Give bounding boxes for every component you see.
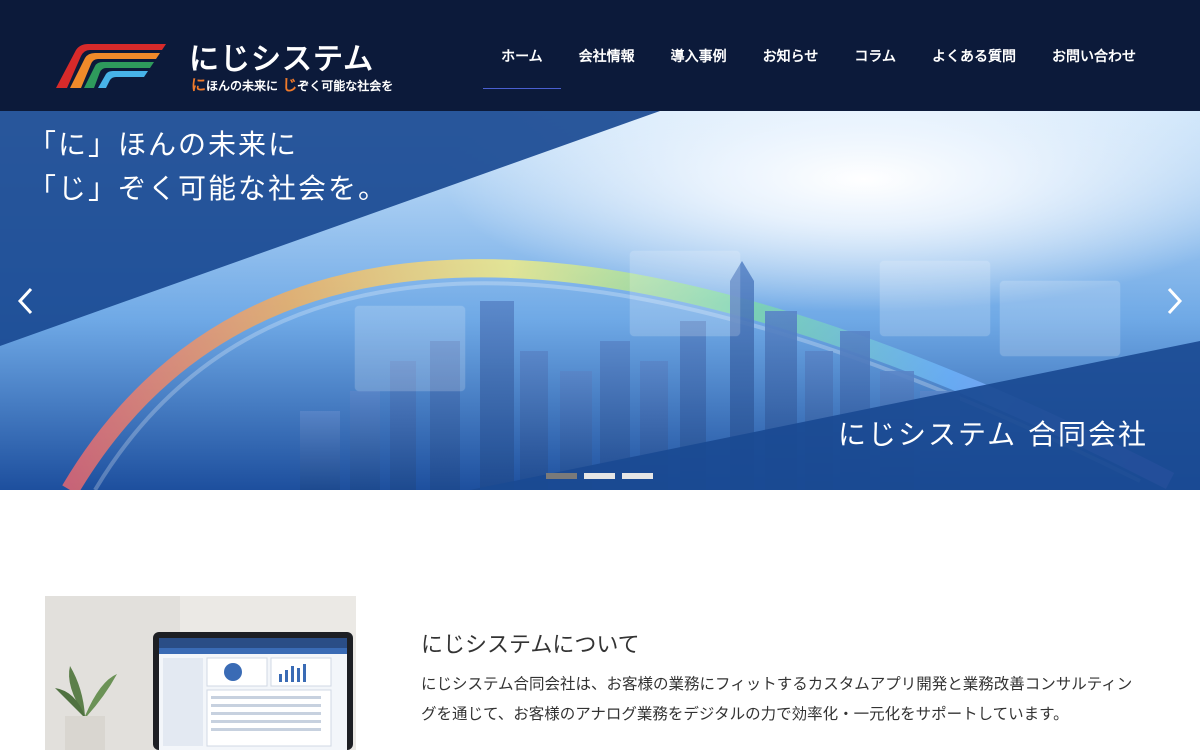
slider-dot-1[interactable] [546,473,577,479]
logo-tagline-text1: ほんの未来に [206,79,279,93]
about-laptop-image [45,596,356,750]
slider-dot-3[interactable] [622,473,653,479]
logo-tagline-hl1: に [191,76,207,94]
nav-item-column[interactable]: コラム [836,0,914,111]
nav-item-company[interactable]: 会社情報 [561,0,653,111]
chevron-right-icon [1167,287,1183,315]
logo-tagline-hl2: じ [282,76,298,94]
logo-title: にじシステム [189,42,375,77]
logo-tagline-text2: ぞく可能な社会を [297,79,394,93]
hero-catchcopy-line2: 「じ」ぞく可能な社会を。 [28,172,389,205]
about-description: にじシステム合同会社は、お客様の業務にフィットするカスタムアプリ開発と業務改善コ… [421,675,1133,723]
slider-dot-2[interactable] [584,473,615,479]
nav-item-cases[interactable]: 導入事例 [653,0,745,111]
nav-item-faq[interactable]: よくある質問 [914,0,1034,111]
slider-next-button[interactable] [1160,283,1190,319]
rainbow-logo-icon [56,44,166,88]
slider-pagination [546,473,653,479]
hero-catchcopy: 「に」ほんの未来に 「じ」ぞく可能な社会を。 [28,123,388,211]
nav-item-home[interactable]: ホーム [483,0,561,111]
logo-tagline: にほんの未来に じぞく可能な社会を [191,74,393,95]
nav-item-news[interactable]: お知らせ [745,0,837,111]
hero-slider: 「に」ほんの未来に 「じ」ぞく可能な社会を。 にじシステム 合同会社 [0,111,1200,490]
site-logo[interactable]: にじシステム にほんの未来に じぞく可能な社会を [54,38,394,95]
laptop-dashboard-illustration [45,596,356,750]
hero-company-name: にじシステム 合同会社 [837,418,1148,451]
hero-catchcopy-line1: 「に」ほんの未来に [28,128,299,161]
slider-prev-button[interactable] [10,283,40,319]
site-header: にじシステム にほんの未来に じぞく可能な社会を ホーム 会社情報 導入事例 お… [0,0,1200,111]
nav-item-contact[interactable]: お問い合わせ [1034,0,1154,111]
chevron-left-icon [17,287,33,315]
about-heading: にじシステムについて [421,633,640,659]
main-nav: ホーム 会社情報 導入事例 お知らせ コラム よくある質問 お問い合わせ [483,0,1154,111]
